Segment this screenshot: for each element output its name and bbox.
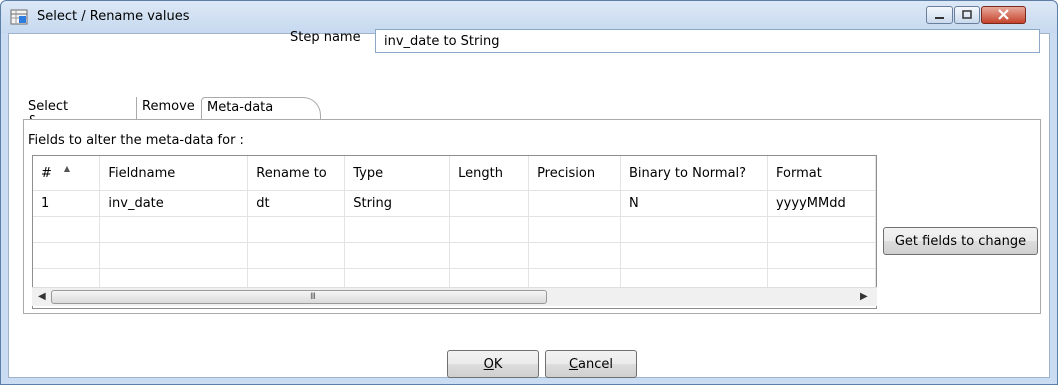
cell-type[interactable]: String bbox=[344, 190, 451, 217]
tab-remove[interactable]: Remove bbox=[136, 97, 200, 119]
close-button[interactable] bbox=[981, 6, 1026, 24]
cell-length[interactable] bbox=[449, 190, 530, 217]
column-header-format[interactable]: Format bbox=[767, 156, 876, 191]
cancel-button[interactable]: Cancel bbox=[545, 350, 637, 378]
ok-mnemonic: O bbox=[483, 356, 494, 372]
cell-format[interactable]: yyyyMMdd bbox=[767, 190, 876, 217]
column-header-length[interactable]: Length bbox=[449, 156, 530, 191]
cell-length[interactable] bbox=[449, 242, 530, 269]
cell-binary-to-normal[interactable] bbox=[620, 216, 768, 243]
cell-type[interactable] bbox=[344, 216, 451, 243]
cell-precision[interactable] bbox=[528, 216, 622, 243]
scroll-right-icon[interactable]: ▶ bbox=[860, 291, 868, 302]
step-name-input[interactable] bbox=[375, 29, 1040, 53]
cell-length[interactable] bbox=[449, 216, 530, 243]
column-header-type[interactable]: Type bbox=[344, 156, 451, 191]
cell-fieldname[interactable]: inv_date bbox=[99, 190, 249, 217]
table-row[interactable] bbox=[33, 242, 876, 269]
cancel-label-rest: ancel bbox=[578, 356, 614, 372]
column-header-precision[interactable]: Precision bbox=[528, 156, 622, 191]
cell-precision[interactable] bbox=[528, 190, 622, 217]
cell-binary-to-normal[interactable] bbox=[620, 242, 768, 269]
cell-number[interactable] bbox=[33, 242, 101, 269]
column-header-number[interactable]: # ▲ bbox=[33, 156, 101, 191]
scrollbar-thumb[interactable]: III bbox=[51, 290, 547, 304]
get-fields-to-change-button[interactable]: Get fields to change bbox=[883, 227, 1038, 255]
minimize-icon bbox=[935, 17, 944, 19]
maximize-button[interactable] bbox=[954, 6, 980, 24]
horizontal-scrollbar[interactable]: ◀ III ▶ bbox=[32, 287, 877, 306]
cell-format[interactable] bbox=[767, 242, 876, 269]
sort-ascending-icon: ▲ bbox=[63, 163, 71, 173]
cell-number[interactable]: 1 bbox=[33, 190, 101, 217]
maximize-icon bbox=[962, 10, 972, 19]
close-icon bbox=[998, 9, 1009, 20]
cell-rename-to[interactable] bbox=[247, 242, 346, 269]
ok-button[interactable]: OK bbox=[447, 350, 539, 378]
cell-format[interactable] bbox=[767, 216, 876, 243]
column-header-binary-to-normal[interactable]: Binary to Normal? bbox=[620, 156, 768, 191]
column-header-fieldname[interactable]: Fieldname bbox=[99, 156, 249, 191]
scroll-left-icon[interactable]: ◀ bbox=[38, 291, 46, 302]
tab-meta-data[interactable]: Meta-data bbox=[201, 97, 321, 119]
cell-binary-to-normal[interactable]: N bbox=[620, 190, 768, 217]
ok-label-rest: K bbox=[493, 356, 503, 372]
cell-fieldname[interactable] bbox=[99, 216, 249, 243]
cell-type[interactable] bbox=[344, 242, 451, 269]
cell-rename-to[interactable]: dt bbox=[247, 190, 346, 217]
minimize-button[interactable] bbox=[926, 6, 953, 24]
fields-table[interactable]: # ▲ Fieldname Rename to Type Length Preci… bbox=[32, 155, 877, 309]
table-header-row: # ▲ Fieldname Rename to Type Length Preci… bbox=[33, 156, 876, 191]
cell-number[interactable] bbox=[33, 216, 101, 243]
table-icon bbox=[10, 9, 28, 25]
column-header-rename-to[interactable]: Rename to bbox=[247, 156, 346, 191]
cancel-mnemonic: C bbox=[568, 356, 579, 372]
cell-rename-to[interactable] bbox=[247, 216, 346, 243]
tab-select-alter[interactable]: Select & Alter bbox=[23, 97, 73, 144]
cell-precision[interactable] bbox=[528, 242, 622, 269]
step-name-label: Step name bbox=[290, 30, 361, 45]
table-row[interactable] bbox=[33, 216, 876, 243]
scrollbar-grip: III bbox=[310, 292, 316, 302]
window-title: Select / Rename values bbox=[37, 9, 190, 24]
fields-label: Fields to alter the meta-data for : bbox=[28, 133, 244, 148]
cell-fieldname[interactable] bbox=[99, 242, 249, 269]
table-row[interactable]: 1 inv_date dt String N yyyyMMdd bbox=[33, 190, 876, 217]
